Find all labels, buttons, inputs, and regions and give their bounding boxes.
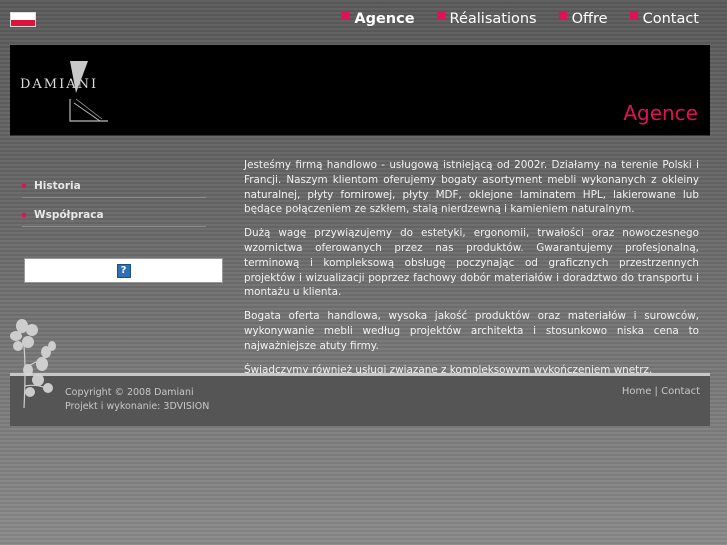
page-title: Agence [623, 101, 698, 125]
footer: Copyright © 2008 Damiani Projekt i wykon… [10, 373, 710, 426]
content-paragraph: Dużą wagę przywiązujemy do estetyki, erg… [244, 227, 699, 299]
sidebar-item-label: Historia [34, 180, 81, 192]
flower-icon [10, 319, 56, 409]
nav-item-realisations[interactable]: Réalisations [436, 11, 537, 27]
nav-bullet-icon [629, 11, 638, 19]
footer-link-home[interactable]: Home [622, 386, 652, 397]
poland-flag-icon[interactable] [10, 12, 36, 27]
header-banner: DAMIANI Agence [10, 45, 710, 136]
sidebar-bullet-icon [22, 184, 26, 188]
sidebar-item-historia[interactable]: Historia [22, 176, 206, 198]
nav-item-offre[interactable]: Offre [558, 11, 608, 27]
footer-copyright: Copyright © 2008 Damiani Projekt i wykon… [65, 386, 209, 414]
sidebar-widget-box: ? [24, 258, 223, 283]
footer-links: Home | Contact [622, 386, 700, 397]
content-paragraph: Bogata oferta handlowa, wysoka jakość pr… [244, 310, 699, 352]
sidebar-bullet-icon [22, 213, 26, 217]
nav-bullet-icon [558, 11, 567, 19]
top-navigation: Agence Réalisations Offre Contact [341, 11, 699, 27]
nav-bullet-icon [436, 11, 445, 19]
nav-bullet-icon [341, 11, 350, 19]
copyright-text: Copyright © 2008 Damiani [65, 387, 194, 398]
nav-item-label: Agence [354, 11, 415, 27]
credits-text: Projekt i wykonanie: 3DVISION [65, 401, 210, 412]
sidebar-item-label: Współpraca [34, 209, 104, 221]
sidebar-item-wspolpraca[interactable]: Współpraca [22, 205, 206, 227]
nav-item-contact[interactable]: Contact [629, 11, 699, 27]
content-paragraph: Jesteśmy firmą handlowo - usługową istni… [244, 159, 699, 216]
sidebar-menu: Historia Współpraca [22, 176, 206, 234]
nav-item-label: Réalisations [449, 11, 537, 27]
nav-item-label: Offre [571, 11, 608, 27]
question-mark-icon[interactable]: ? [116, 263, 131, 278]
main-content: Jesteśmy firmą handlowo - usługową istni… [244, 158, 699, 386]
nav-item-label: Contact [642, 11, 699, 27]
nav-item-agence[interactable]: Agence [341, 11, 415, 27]
footer-link-contact[interactable]: Contact [661, 386, 700, 397]
logo-mark-icon[interactable] [60, 59, 120, 125]
footer-separator: | [654, 386, 658, 397]
